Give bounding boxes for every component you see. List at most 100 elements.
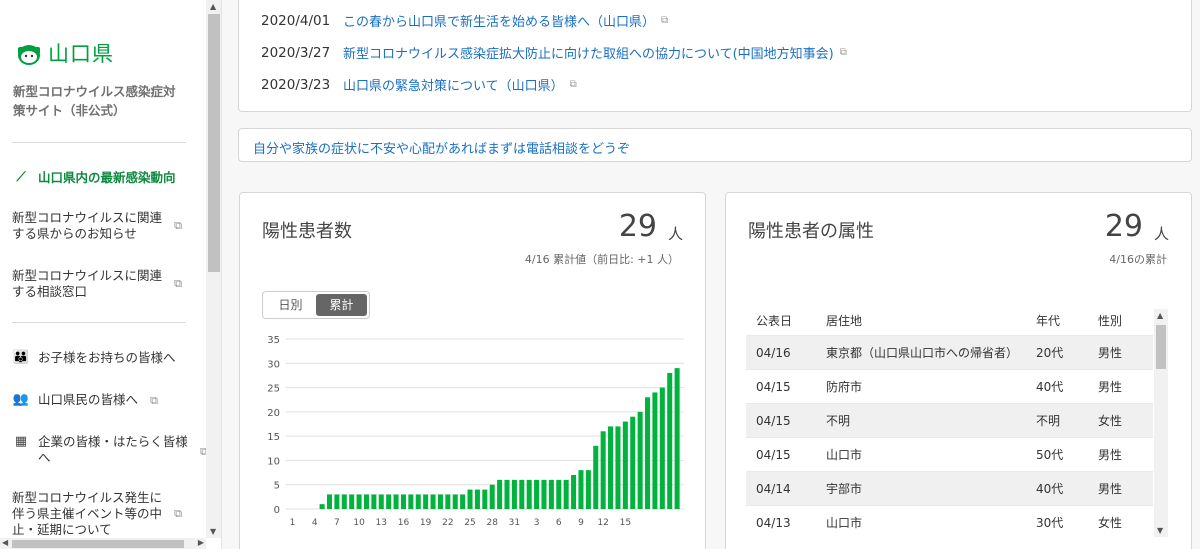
table-scrollbar[interactable]: ▲ ▼	[1154, 309, 1168, 537]
external-link-icon: ⧉	[174, 507, 182, 520]
cell-sex: 女性	[1098, 414, 1123, 428]
cell-age: 不明	[1036, 414, 1061, 428]
sidebar-item-companies[interactable]: ▦ 企業の皆様・はたらく皆様へ ⧉	[12, 434, 208, 466]
y-tick-label: 15	[267, 432, 280, 443]
x-tick-label: 16	[398, 518, 410, 528]
table-row: 04/15 山口市 50代 男性	[746, 437, 1153, 471]
scroll-up-icon[interactable]: ▲	[210, 2, 216, 11]
cell-age: 40代	[1036, 482, 1064, 496]
card-title: 陽性患者数	[262, 221, 352, 242]
sidebar-item-prefecture-news[interactable]: 新型コロナウイルスに関連する県からのお知らせ ⧉	[12, 210, 208, 242]
scrollbar-thumb[interactable]	[1156, 325, 1166, 369]
bar	[645, 397, 651, 509]
external-link-icon: ⧉	[569, 79, 577, 90]
sidebar-vertical-scrollbar[interactable]: ▲ ▼	[206, 0, 221, 538]
cell-sex: 男性	[1098, 482, 1123, 496]
positive-cumulative-chart: 0 5 10 15 20 25 30 35 1 4 7 10 13 16 19 22 25 28 31 3 6 9 12 15	[267, 335, 684, 528]
parent-child-icon: 👪	[12, 350, 30, 365]
bar	[437, 494, 443, 509]
cell-residence: 宇部市	[826, 482, 863, 496]
sidebar-item-trend[interactable]: ⟋ 山口県内の最新感染動向	[12, 170, 208, 186]
bar	[504, 479, 510, 509]
sidebar-item-residents[interactable]: 👥 山口県民の皆様へ ⧉	[12, 392, 208, 408]
news-link[interactable]: 山口県の緊急対策について（山口県）	[343, 75, 564, 94]
col-age[interactable]: 年代	[1036, 312, 1060, 329]
x-tick-label: 13	[376, 518, 387, 528]
toggle-daily[interactable]: 日別	[265, 294, 316, 316]
site-logo[interactable]: 山口県	[14, 38, 114, 68]
bar	[667, 373, 673, 509]
bar	[585, 470, 591, 509]
sidebar-item-parents[interactable]: 👪 お子様をお持ちの皆様へ	[12, 350, 208, 366]
news-date: 2020/4/01	[261, 12, 331, 29]
cell-date: 04/16	[756, 345, 791, 360]
scroll-down-icon[interactable]: ▼	[210, 527, 216, 536]
cell-age: 30代	[1036, 516, 1064, 530]
col-sex[interactable]: 性別	[1098, 312, 1122, 329]
cell-date: 04/15	[756, 379, 791, 394]
table-row: 04/14 宇部市 40代 男性	[746, 471, 1153, 505]
bar	[452, 494, 458, 509]
bar	[445, 494, 451, 509]
bar	[511, 479, 517, 509]
x-tick-label: 31	[509, 518, 520, 528]
col-date[interactable]: 公表日	[756, 312, 792, 329]
sidebar-item-events[interactable]: 新型コロナウイルス発生に伴う県主催イベント等の中止・延期について ⧉	[12, 490, 208, 538]
count-unit: 人	[667, 225, 683, 243]
external-link-icon: ⧉	[839, 47, 847, 58]
bar	[563, 479, 569, 509]
bar	[534, 479, 540, 509]
y-tick-label: 25	[267, 384, 280, 395]
attributes-table: 公表日 居住地 年代 性別 04/16 東京都（山口県山口市への帰省者） 20代…	[746, 305, 1153, 539]
external-link-icon: ⧉	[174, 219, 182, 232]
cell-residence: 山口市	[826, 516, 863, 530]
scroll-left-icon[interactable]: ◀	[2, 538, 8, 547]
y-tick-label: 35	[267, 335, 280, 346]
news-link[interactable]: 新型コロナウイルス感染症拡大防止に向けた取組への協力について(中国地方知事会)	[343, 43, 834, 62]
scroll-up-icon[interactable]: ▲	[1157, 311, 1163, 320]
bar	[341, 494, 347, 509]
toggle-cumulative[interactable]: 累計	[316, 294, 367, 316]
news-date: 2020/3/23	[261, 76, 331, 93]
cell-age: 40代	[1036, 380, 1064, 394]
mascot-icon	[18, 45, 40, 65]
sidebar-item-label: 山口県民の皆様へ	[38, 392, 139, 407]
news-link[interactable]: この春から山口県で新生活を始める皆様へ（山口県）	[343, 11, 655, 30]
cell-residence: 防府市	[826, 380, 863, 394]
table-row: 04/13 山口市 30代 女性	[746, 505, 1153, 539]
bar	[548, 479, 554, 509]
x-tick-label: 7	[334, 518, 340, 528]
sidebar-item-label: 新型コロナウイルスに関連する相談窓口	[12, 268, 163, 299]
bar	[334, 494, 340, 509]
scroll-down-icon[interactable]: ▼	[1157, 526, 1163, 535]
sidebar-horizontal-scrollbar[interactable]: ◀ ▶	[0, 538, 206, 549]
sidebar-item-label: 新型コロナウイルス発生に伴う県主催イベント等の中止・延期について	[12, 490, 163, 537]
table-row: 04/16 東京都（山口県山口市への帰省者） 20代 男性	[746, 335, 1153, 369]
scroll-right-icon[interactable]: ▶	[198, 538, 204, 547]
consultation-banner[interactable]: 自分や家族の症状に不安や心配があればまずは電話相談をどうぞ	[238, 128, 1192, 162]
sidebar-item-label: お子様をお持ちの皆様へ	[38, 350, 176, 365]
banner-link[interactable]: 自分や家族の症状に不安や心配があればまずは電話相談をどうぞ	[253, 138, 630, 157]
scrollbar-thumb[interactable]	[208, 14, 220, 272]
news-item[interactable]: 2020/3/23 山口県の緊急対策について（山口県） ⧉	[261, 75, 577, 95]
bar	[400, 494, 406, 509]
bar	[408, 494, 414, 509]
bar	[615, 426, 621, 509]
positive-count-card: 陽性患者数 29 人 4/16 累計値（前日比: +1 人） 日別 累計 0 5 1…	[239, 192, 706, 549]
x-tick-label: 1	[290, 518, 296, 528]
scrollbar-thumb[interactable]	[12, 540, 184, 548]
news-item[interactable]: 2020/4/01 この春から山口県で新生活を始める皆様へ（山口県） ⧉	[261, 11, 668, 31]
sidebar-item-label: 山口県内の最新感染動向	[38, 170, 176, 185]
x-tick-label: 25	[464, 518, 475, 528]
sidebar-item-label: 企業の皆様・はたらく皆様へ	[38, 434, 188, 465]
sidebar-item-consultation[interactable]: 新型コロナウイルスに関連する相談窓口 ⧉	[12, 268, 208, 300]
daily-cumulative-toggle[interactable]: 日別 累計	[262, 291, 370, 319]
trend-icon: ⟋	[16, 170, 26, 185]
sidebar-item-label: 新型コロナウイルスに関連する県からのお知らせ	[12, 210, 163, 241]
cell-date: 04/13	[756, 515, 791, 530]
bar	[489, 484, 495, 509]
total-count: 29	[1104, 209, 1143, 244]
col-residence[interactable]: 居住地	[826, 312, 862, 329]
news-item[interactable]: 2020/3/27 新型コロナウイルス感染症拡大防止に向けた取組への協力について…	[261, 43, 847, 63]
bar	[363, 494, 369, 509]
